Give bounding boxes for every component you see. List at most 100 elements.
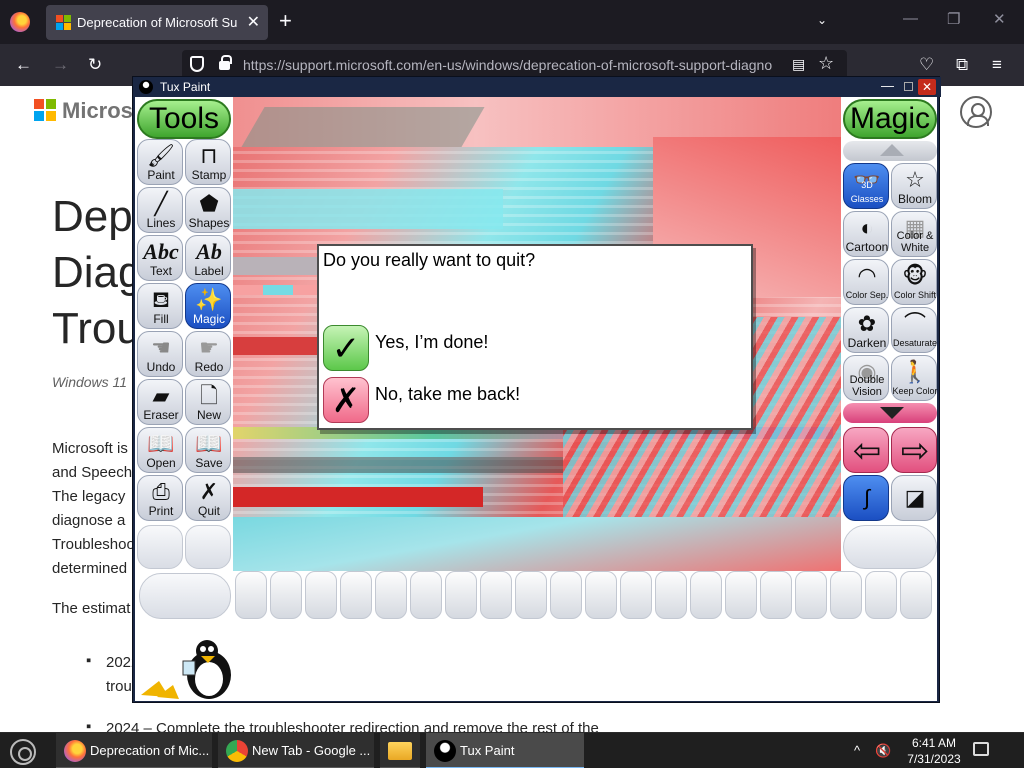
tool-undo[interactable]: ☚ Undo [137,331,183,377]
magic-cartoon[interactable]: ◐ Cartoon [843,211,889,257]
no-take-back-button[interactable]: ✗ [323,377,369,423]
yes-done-label[interactable]: Yes, I’m done! [375,332,488,353]
drawing-canvas[interactable]: Do you really want to quit? ✓ Yes, I’m d… [233,97,841,571]
tool-print[interactable]: ⎙ Print [137,475,183,521]
tool-new[interactable]: 🗋 New [185,379,231,425]
list-all-tabs-button[interactable]: ⌄ [817,13,827,27]
lock-icon[interactable] [219,55,232,70]
color-swatch[interactable] [340,571,372,619]
color-swatch[interactable] [655,571,687,619]
color-swatch[interactable] [445,571,477,619]
color-swatch[interactable] [725,571,757,619]
color-swatch[interactable] [235,571,267,619]
yes-done-button[interactable]: ✓ [323,325,369,371]
magic-bloom[interactable]: ☆ Bloom [891,163,937,209]
reader-view-icon[interactable]: ▤ [792,56,805,73]
color-swatch[interactable] [305,571,337,619]
color-swatch[interactable] [760,571,792,619]
tool-paint[interactable]: 🖌 Paint [137,139,183,185]
magic-scroll-up-button[interactable] [843,141,937,161]
color-swatch[interactable] [620,571,652,619]
color-swatch[interactable] [270,571,302,619]
tuxpaint-titlebar[interactable]: Tux Paint — ✕ [133,77,941,97]
paragraph-line: Microsoft is [52,440,128,457]
tool-quit[interactable]: ✗ Quit [185,475,231,521]
color-swatch[interactable] [410,571,442,619]
maximize-button[interactable]: ❐ [947,10,960,28]
color-swatch[interactable] [375,571,407,619]
no-take-back-label[interactable]: No, take me back! [375,384,520,405]
account-avatar-icon[interactable] [960,96,992,128]
pocket-icon[interactable]: ♡ [919,55,934,75]
applies-to-label: Windows 11 [52,374,128,390]
fullscreen-mode-button[interactable]: ◪ [891,475,937,521]
tuxpaint-minimize-button[interactable]: — [881,78,894,93]
paragraph-line: and Speech [52,464,133,481]
paint-mode-button[interactable]: ∫ [843,475,889,521]
taskbar-item-explorer[interactable] [380,733,420,768]
clock[interactable]: 6:41 AM 7/31/2023 [892,735,976,767]
tool-shapes[interactable]: ⬟ Shapes [185,187,231,233]
start-button-icon[interactable] [10,739,36,765]
magic-color-and-white[interactable]: ▦ Color & White [891,211,937,257]
tool-fill[interactable]: ⛾ Fill [137,283,183,329]
browser-tab-active[interactable]: Deprecation of Microsoft Support ✕ [46,5,268,40]
taskbar-item-tuxpaint[interactable]: Tux Paint [426,733,584,768]
color-swatch[interactable] [900,571,932,619]
color-swatch[interactable] [865,571,897,619]
reload-icon[interactable]: ↻ [88,55,102,75]
tool-stamp[interactable]: ⊓ Stamp [185,139,231,185]
back-icon[interactable]: ← [15,55,32,75]
volume-muted-icon[interactable]: 🔇 [875,743,891,759]
color-swatch[interactable] [830,571,862,619]
list-bullet: ▪ [86,652,92,669]
url-input[interactable]: https://support.microsoft.com/en-us/wind… [243,57,783,73]
color-swatch[interactable] [550,571,582,619]
star-icon: ☆ [905,167,925,192]
tool-eraser[interactable]: ▰ Eraser [137,379,183,425]
magic-darken[interactable]: ✿ Darken [843,307,889,353]
tab-close-icon[interactable]: ✕ [247,12,260,32]
clock-time: 6:41 AM [911,736,957,750]
color-swatch[interactable] [795,571,827,619]
list-item: trou [106,678,132,695]
magic-color-shift[interactable]: 🐵 Color Shift [891,259,937,305]
bookmark-star-icon[interactable]: ☆ [818,53,834,74]
firefox-icon[interactable] [10,12,30,32]
microsoft-logo-icon[interactable] [34,99,56,121]
color-swatch[interactable] [690,571,722,619]
tool-redo[interactable]: ☛ Redo [185,331,231,377]
tool-open[interactable]: 📖 Open [137,427,183,473]
tool-text[interactable]: Abc Text [137,235,183,281]
new-tab-button[interactable]: + [279,9,292,33]
magic-double-vision[interactable]: ◉ Double Vision [843,355,889,401]
color-swatch[interactable] [585,571,617,619]
tuxpaint-close-button[interactable]: ✕ [918,79,936,95]
taskbar-item-chrome[interactable]: New Tab - Google ... [218,733,374,768]
taskbar-item-firefox[interactable]: Deprecation of Mic... [56,733,212,768]
tux-icon [434,740,456,762]
close-window-button[interactable]: ✕ [993,10,1006,28]
show-hidden-icons-chevron-icon[interactable]: ^ [854,743,860,758]
magic-3d-glasses[interactable]: 👓 3D Glasses [843,163,889,209]
next-page-button[interactable]: ⇨ [891,427,937,473]
prev-page-button[interactable]: ⇦ [843,427,889,473]
color-swatch[interactable] [480,571,512,619]
tool-label[interactable]: Ab Label [185,235,231,281]
magic-color-sep[interactable]: ◠ Color Sep. [843,259,889,305]
menu-icon[interactable]: ≡ [992,55,1002,75]
tool-lines[interactable]: ╱ Lines [137,187,183,233]
color-swatch[interactable] [515,571,547,619]
magic-keep-color[interactable]: 🚶 Keep Color [891,355,938,401]
magic-scroll-down-button[interactable] [843,403,937,423]
extensions-icon[interactable]: ⧉ [956,55,968,75]
redo-icon: ☛ [199,335,219,360]
forward-icon[interactable]: → [52,55,69,75]
notification-center-icon[interactable] [973,742,989,756]
tool-magic[interactable]: ✨ Magic [185,283,231,329]
tool-save[interactable]: 📖 Save [185,427,231,473]
magic-desaturate[interactable]: ⌒ Desaturate [891,307,937,353]
tracking-protection-icon[interactable] [190,56,204,72]
minimize-button[interactable]: — [903,10,918,27]
tuxpaint-maximize-button[interactable] [904,82,913,91]
